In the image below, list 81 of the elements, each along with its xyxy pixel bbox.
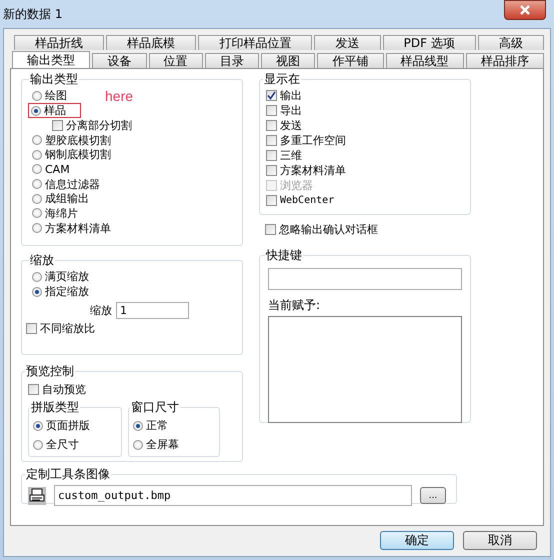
checkbox-label[interactable]: 方案材料清单 xyxy=(280,163,346,178)
checkbox[interactable] xyxy=(266,120,277,131)
file-field[interactable]: custom_output.bmp xyxy=(54,485,412,506)
assigned-list[interactable] xyxy=(268,316,462,423)
checkbox-label: 浏览器 xyxy=(280,178,313,193)
radio-label[interactable]: 绘图 xyxy=(45,88,67,103)
tab[interactable]: PDF 选项 xyxy=(382,35,476,50)
scale-field[interactable]: 1 xyxy=(116,302,189,319)
checkbox-label[interactable]: 导出 xyxy=(280,103,302,118)
checkbox-label[interactable]: 忽略输出确认对话框 xyxy=(279,222,378,237)
tab[interactable]: 目录 xyxy=(204,53,259,68)
checkbox[interactable] xyxy=(28,384,39,394)
group-title: 显示在 xyxy=(263,71,301,88)
radio-label[interactable]: 钢制底模切割 xyxy=(45,147,111,162)
shortcut-field[interactable] xyxy=(268,268,462,290)
field-label: 当前赋予: xyxy=(268,297,322,314)
tab[interactable]: 设备 xyxy=(92,53,146,68)
checkbox[interactable] xyxy=(266,105,277,116)
group-title: 窗口尺寸 xyxy=(130,399,180,416)
checkbox[interactable] xyxy=(52,120,63,131)
tab[interactable]: 打印样品位置 xyxy=(198,35,312,50)
checkbox-label[interactable]: 多重工作空间 xyxy=(280,133,346,148)
checkbox[interactable] xyxy=(266,135,277,146)
tab[interactable]: 输出类型 xyxy=(12,51,90,68)
checkbox-label[interactable]: 不同缩放比 xyxy=(40,321,95,336)
checkbox[interactable] xyxy=(26,323,37,334)
group-title: 缩放 xyxy=(29,252,55,269)
radio-button[interactable] xyxy=(32,208,42,218)
group-title: 定制工具条图像 xyxy=(25,466,111,483)
group-title: 拼版类型 xyxy=(30,399,80,416)
checkbox-label[interactable]: 自动预览 xyxy=(42,382,86,396)
tab[interactable]: 位置 xyxy=(148,53,203,68)
checkbox-label[interactable]: 发送 xyxy=(280,118,302,133)
radio-label[interactable]: 成组输出 xyxy=(45,191,89,206)
radio-label[interactable]: 海绵片 xyxy=(45,206,78,221)
radio-label[interactable]: 全尺寸 xyxy=(46,437,79,452)
checkbox[interactable] xyxy=(265,224,276,235)
ok-button[interactable]: 确定 xyxy=(380,531,454,550)
radio-label[interactable]: 全屏幕 xyxy=(146,437,179,452)
checkbox-label[interactable]: 输出 xyxy=(280,88,302,103)
annotation-text: here xyxy=(105,88,134,104)
checkbox[interactable] xyxy=(266,195,277,206)
checkbox[interactable] xyxy=(266,165,277,176)
radio-label[interactable]: CAM xyxy=(45,162,70,176)
checkbox[interactable] xyxy=(266,90,277,101)
checkbox-label[interactable]: 分离部分切割 xyxy=(66,118,132,133)
browse-button[interactable]: ... xyxy=(420,487,446,504)
radio-button[interactable] xyxy=(32,135,42,146)
radio-button[interactable] xyxy=(32,164,42,174)
radio-button[interactable] xyxy=(32,150,42,160)
tab[interactable]: 样品折线 xyxy=(14,35,104,50)
tab[interactable]: 高级 xyxy=(478,35,544,50)
checkbox-label[interactable]: WebCenter xyxy=(280,195,334,206)
window-title: 新的数据 1 xyxy=(3,6,62,22)
radio-label[interactable]: 正常 xyxy=(146,418,168,433)
radio-label[interactable]: 信息过滤器 xyxy=(45,176,100,192)
radio-button[interactable] xyxy=(32,179,42,190)
checkbox-label[interactable]: 三维 xyxy=(280,148,302,163)
radio-label[interactable]: 方案材料清单 xyxy=(45,220,111,236)
group-title: 输出类型 xyxy=(29,71,79,88)
radio-label[interactable]: 样品 xyxy=(44,103,66,118)
tab[interactable]: 视图 xyxy=(261,53,316,68)
printer-icon xyxy=(28,486,46,504)
group-title: 预览控制 xyxy=(25,363,75,380)
tab[interactable]: 作平铺 xyxy=(317,53,384,68)
tab[interactable]: 样品线型 xyxy=(386,53,464,68)
tab[interactable]: 样品底模 xyxy=(106,35,196,50)
close-icon xyxy=(519,5,531,15)
tab[interactable]: 发送 xyxy=(314,35,381,50)
radio-label[interactable]: 页面拼版 xyxy=(46,418,90,433)
tab[interactable]: 样品排序 xyxy=(466,53,544,68)
group-title: 快捷键 xyxy=(265,247,303,264)
close-button[interactable] xyxy=(504,0,546,20)
radio-label[interactable]: 满页缩放 xyxy=(45,269,89,284)
checkbox[interactable] xyxy=(266,150,277,161)
radio-label[interactable]: 指定缩放 xyxy=(45,284,89,299)
field-label: 缩放 xyxy=(90,303,112,318)
radio-button[interactable] xyxy=(32,223,42,234)
radio-label[interactable]: 塑胶底模切割 xyxy=(45,132,111,148)
radio-button[interactable] xyxy=(32,194,42,204)
cancel-button[interactable]: 取消 xyxy=(463,531,537,550)
